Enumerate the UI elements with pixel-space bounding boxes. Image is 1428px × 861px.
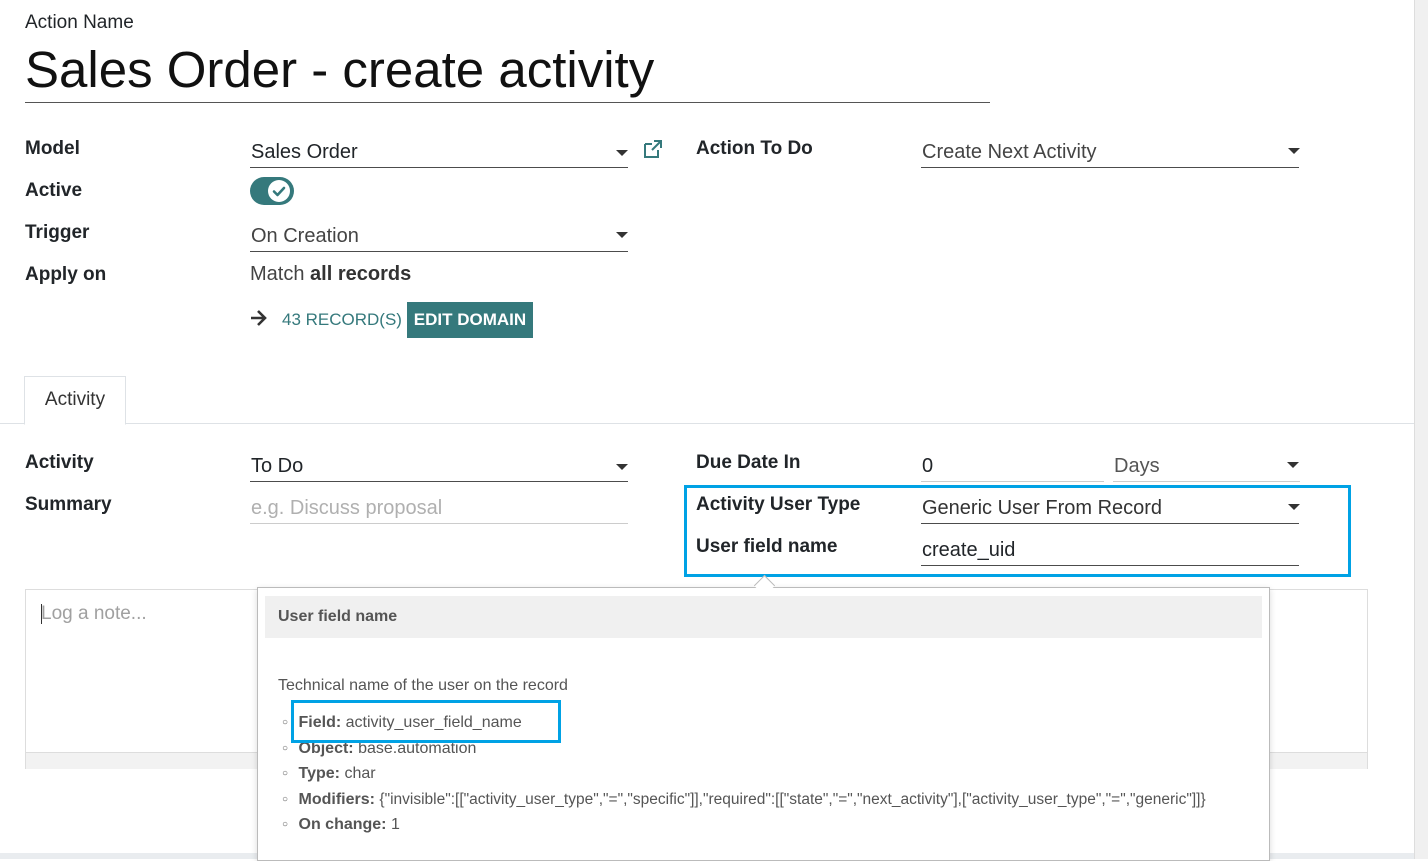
action-to-do-value: Create Next Activity	[922, 141, 1097, 163]
note-placeholder: Log a note...	[41, 603, 147, 624]
trigger-value: On Creation	[251, 225, 359, 247]
action-name-field[interactable]: Sales Order - create activity	[25, 38, 990, 103]
tab-bar-line	[0, 423, 1414, 424]
trigger-label: Trigger	[25, 222, 90, 243]
trigger-select[interactable]: On Creation	[250, 221, 628, 252]
tooltip-item-key: On change:	[298, 816, 387, 833]
activity-user-type-select[interactable]: Generic User From Record	[921, 493, 1300, 524]
tooltip-item-modifiers: ○ Modifiers: {"invisible":[["activity_us…	[282, 791, 1206, 809]
active-toggle[interactable]	[250, 177, 294, 205]
caret-down-icon	[1288, 148, 1300, 154]
edit-domain-button[interactable]: EDIT DOMAIN	[407, 302, 533, 338]
model-label: Model	[25, 138, 80, 159]
active-label: Active	[25, 180, 83, 201]
due-date-value: 0	[922, 455, 934, 477]
tooltip-item-type: ○ Type: char	[282, 765, 376, 783]
bullet: ○	[282, 717, 289, 728]
caret-down-icon	[1288, 504, 1300, 510]
apply-on-value: Match all records	[250, 263, 411, 286]
activity-user-type-value: Generic User From Record	[922, 497, 1163, 519]
action-name-value: Sales Order - create activity	[25, 41, 655, 98]
model-value: Sales Order	[251, 141, 358, 163]
external-link-icon[interactable]	[642, 138, 664, 160]
tooltip-popover: User field name Technical name of the us…	[257, 587, 1270, 861]
tooltip-title: User field name	[278, 608, 398, 625]
tooltip-item-key: Type:	[298, 765, 340, 782]
bullet: ○	[282, 819, 289, 830]
caret-down-icon	[616, 464, 628, 470]
edit-domain-label: EDIT DOMAIN	[413, 310, 527, 329]
tooltip-item-onchange: ○ On change: 1	[282, 816, 400, 834]
page-scrollbar[interactable]	[1414, 0, 1428, 859]
records-link[interactable]: 43 RECORD(S)	[282, 310, 402, 330]
toggle-knob	[268, 180, 290, 202]
user-field-name-input[interactable]: create_uid	[921, 535, 1299, 566]
activity-select[interactable]: To Do	[250, 451, 628, 482]
action-to-do-label: Action To Do	[696, 138, 813, 159]
user-field-name-label: User field name	[696, 536, 838, 557]
bullet: ○	[282, 743, 289, 754]
apply-on-label: Apply on	[25, 264, 107, 285]
tab-activity-label: Activity	[44, 389, 106, 410]
activity-label: Activity	[25, 452, 94, 473]
activity-value: To Do	[251, 455, 304, 477]
apply-on-bold: all records	[310, 263, 412, 285]
caret-down-icon	[616, 150, 628, 156]
tooltip-header: User field name	[265, 596, 1262, 638]
check-icon	[272, 186, 286, 197]
caret-down-icon	[616, 232, 628, 238]
bullet: ○	[282, 768, 289, 779]
arrow-right-icon[interactable]	[249, 308, 269, 328]
due-unit-select[interactable]: Days	[1113, 451, 1300, 482]
action-to-do-select[interactable]: Create Next Activity	[921, 137, 1300, 168]
tooltip-description: Technical name of the user on the record	[278, 677, 568, 694]
model-select[interactable]: Sales Order	[250, 137, 628, 168]
tooltip-item-key: Modifiers:	[298, 791, 375, 808]
tooltip-item-value: 1	[390, 816, 400, 833]
due-date-input[interactable]: 0	[921, 451, 1104, 482]
due-date-label: Due Date In	[696, 452, 801, 473]
activity-user-type-label: Activity User Type	[696, 494, 861, 515]
summary-label: Summary	[25, 494, 112, 515]
user-field-name-value: create_uid	[922, 539, 1016, 561]
due-unit-value: Days	[1114, 455, 1160, 477]
tooltip-item-value: {"invisible":[["activity_user_type","=",…	[379, 791, 1206, 808]
caret-down-icon	[1287, 462, 1299, 468]
summary-input[interactable]: e.g. Discuss proposal	[250, 493, 628, 524]
action-name-label: Action Name	[25, 12, 134, 33]
summary-placeholder: e.g. Discuss proposal	[251, 497, 443, 519]
bullet: ○	[282, 794, 289, 805]
apply-on-prefix: Match	[250, 263, 305, 285]
tab-activity[interactable]: Activity	[24, 376, 126, 425]
highlight-box-field-item	[291, 700, 561, 743]
tooltip-item-value: char	[344, 765, 376, 782]
